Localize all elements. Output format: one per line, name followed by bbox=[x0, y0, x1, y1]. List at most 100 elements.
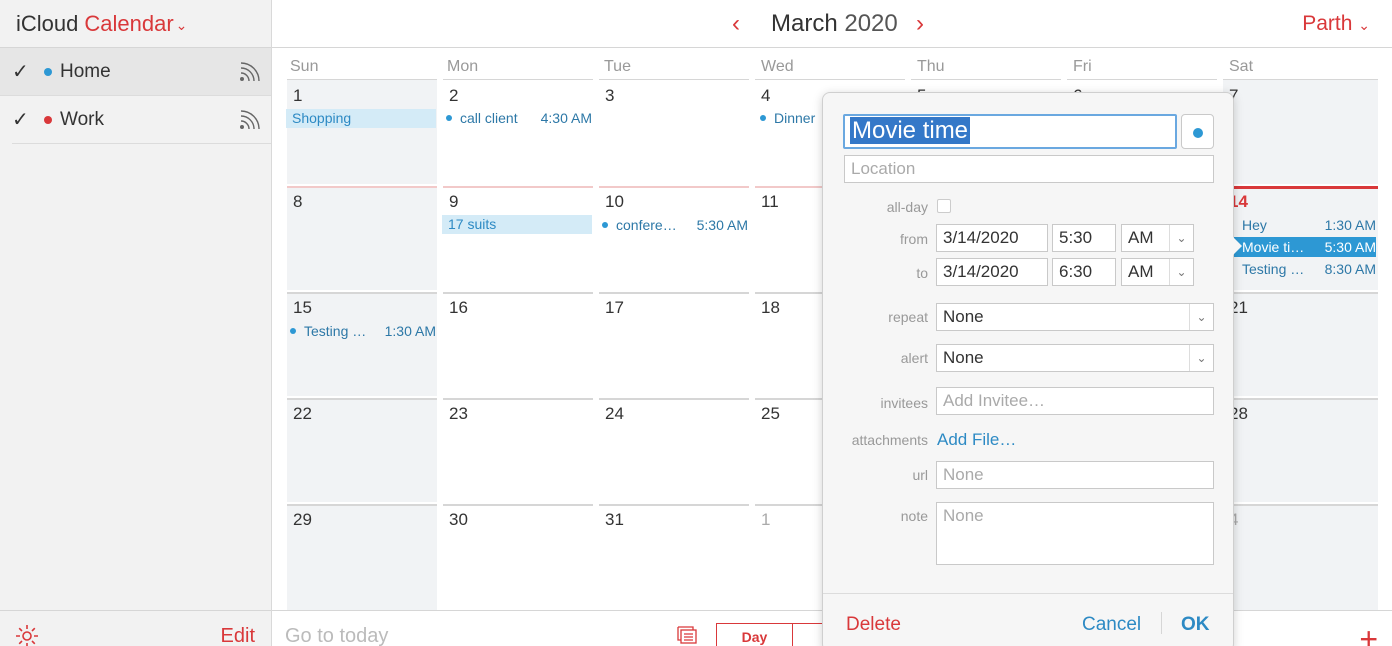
url-input[interactable]: None bbox=[936, 461, 1214, 489]
check-icon[interactable]: ✓ bbox=[12, 59, 44, 84]
day-cell[interactable]: 2 bbox=[443, 80, 593, 184]
delete-button[interactable]: Delete bbox=[846, 614, 901, 636]
repeat-select[interactable]: None ⌄ bbox=[936, 303, 1214, 331]
chevron-right-icon[interactable]: › bbox=[916, 10, 924, 38]
divider bbox=[443, 292, 593, 294]
sidebar-footer: Edit bbox=[0, 610, 271, 646]
popover-pointer bbox=[1232, 236, 1242, 256]
add-event-button[interactable]: + bbox=[1359, 621, 1378, 646]
event-item[interactable]: confere… 5:30 AM bbox=[600, 215, 748, 235]
to-date-input[interactable]: 3/14/2020 bbox=[936, 258, 1048, 286]
day-cell[interactable]: 4 bbox=[1223, 504, 1378, 610]
event-dot-icon bbox=[760, 115, 766, 121]
edit-button[interactable]: Edit bbox=[221, 625, 255, 646]
event-item[interactable]: Dinner bbox=[758, 108, 822, 128]
day-cell[interactable]: 10 bbox=[599, 186, 749, 290]
day-cell[interactable]: 24 bbox=[599, 398, 749, 502]
invitee-input[interactable]: Add Invitee… bbox=[936, 387, 1214, 415]
shared-broadcast-icon[interactable] bbox=[239, 108, 263, 135]
day-cell[interactable]: 30 bbox=[443, 504, 593, 610]
from-ampm-select[interactable]: AM ⌄ bbox=[1121, 224, 1194, 252]
note-textarea[interactable]: None bbox=[936, 502, 1214, 565]
day-cell[interactable]: 31 bbox=[599, 504, 749, 610]
event-title: Testing … bbox=[1242, 261, 1305, 277]
divider bbox=[1223, 398, 1378, 400]
app-name: Calendar bbox=[84, 10, 174, 36]
day-cell[interactable]: 7 bbox=[1223, 80, 1378, 184]
day-cell[interactable]: 9 bbox=[443, 186, 593, 290]
check-icon[interactable]: ✓ bbox=[12, 107, 44, 132]
day-number: 18 bbox=[761, 298, 780, 317]
event-editor-popover: Movie time Location all-day from 3/14/20… bbox=[822, 92, 1234, 646]
all-day-event[interactable]: 17 suits bbox=[442, 215, 592, 234]
divider bbox=[287, 504, 437, 506]
all-day-label: all-day bbox=[886, 199, 928, 215]
user-name: Parth bbox=[1302, 12, 1353, 35]
from-date-input[interactable]: 3/14/2020 bbox=[936, 224, 1048, 252]
event-dot-icon bbox=[290, 328, 296, 334]
user-menu[interactable]: Parth ⌄ bbox=[1302, 12, 1370, 36]
divider bbox=[443, 504, 593, 506]
divider bbox=[1223, 504, 1378, 506]
day-number: 1 bbox=[761, 510, 771, 529]
month-nav-bar: ‹ March 2020 › Parth ⌄ bbox=[272, 0, 1392, 48]
event-title: confere… bbox=[616, 217, 677, 233]
chevron-left-icon[interactable]: ‹ bbox=[732, 10, 740, 38]
app-switcher[interactable]: iCloud Calendar ⌄ bbox=[0, 0, 271, 48]
gear-icon[interactable] bbox=[14, 623, 40, 646]
day-cell[interactable]: 21 bbox=[1223, 292, 1378, 396]
to-time-input[interactable]: 6:30 bbox=[1052, 258, 1116, 286]
day-cell[interactable]: 17 bbox=[599, 292, 749, 396]
weekday-label: Fri bbox=[1073, 58, 1092, 75]
event-time: 8:30 AM bbox=[1324, 261, 1376, 277]
event-item[interactable]: Testing … 8:30 AM bbox=[1226, 259, 1376, 279]
calendar-item-work[interactable]: ✓ Work bbox=[12, 96, 271, 144]
all-day-checkbox[interactable] bbox=[937, 199, 951, 213]
day-cell[interactable]: 1 bbox=[287, 80, 437, 184]
repeat-value: None bbox=[943, 307, 984, 326]
ok-button[interactable]: OK bbox=[1181, 614, 1210, 636]
sidebar: iCloud Calendar ⌄ ✓ Home ✓ Work Edit bbox=[0, 0, 272, 646]
event-title-input[interactable]: Movie time bbox=[843, 114, 1177, 149]
calendar-item-home[interactable]: ✓ Home bbox=[0, 48, 271, 96]
popover-actions: Delete Cancel OK bbox=[823, 593, 1233, 646]
location-input[interactable]: Location bbox=[844, 155, 1214, 183]
event-item[interactable]: call client 4:30 AM bbox=[444, 108, 592, 128]
color-dot-icon bbox=[44, 67, 52, 76]
divider bbox=[443, 186, 593, 188]
divider bbox=[599, 504, 749, 506]
day-cell[interactable]: 3 bbox=[599, 80, 749, 184]
to-ampm-select[interactable]: AM ⌄ bbox=[1121, 258, 1194, 286]
day-cell[interactable]: 22 bbox=[287, 398, 437, 502]
go-to-today-button[interactable]: Go to today bbox=[285, 625, 388, 646]
day-cell[interactable]: 23 bbox=[443, 398, 593, 502]
divider bbox=[599, 292, 749, 294]
view-day-button[interactable]: Day bbox=[717, 624, 793, 646]
calendar-color-button[interactable] bbox=[1181, 114, 1214, 149]
day-number: 2 bbox=[449, 86, 459, 105]
event-item[interactable]: Testing … 1:30 AM bbox=[288, 321, 436, 341]
day-number: 31 bbox=[605, 510, 624, 529]
calendar-list-icon[interactable] bbox=[676, 625, 698, 646]
day-cell[interactable]: 8 bbox=[287, 186, 437, 290]
day-cell[interactable]: 16 bbox=[443, 292, 593, 396]
day-cell[interactable]: 28 bbox=[1223, 398, 1378, 502]
event-item-selected[interactable]: Movie ti… 5:30 AM bbox=[1226, 237, 1376, 257]
alert-value: None bbox=[943, 348, 984, 367]
from-time-input[interactable]: 5:30 bbox=[1052, 224, 1116, 252]
shared-broadcast-icon[interactable] bbox=[239, 60, 263, 87]
cancel-button[interactable]: Cancel bbox=[1082, 614, 1141, 636]
all-day-event[interactable]: Shopping bbox=[286, 109, 436, 128]
day-cell[interactable]: 15 bbox=[287, 292, 437, 396]
day-number: 25 bbox=[761, 404, 780, 423]
day-cell[interactable]: 29 bbox=[287, 504, 437, 610]
event-title: call client bbox=[460, 110, 518, 126]
day-number: 9 bbox=[449, 192, 459, 211]
weekday-label: Sun bbox=[290, 58, 319, 75]
alert-select[interactable]: None ⌄ bbox=[936, 344, 1214, 372]
day-number: 24 bbox=[605, 404, 624, 423]
month-title: March 2020 bbox=[771, 10, 898, 38]
event-item[interactable]: Hey 1:30 AM bbox=[1226, 215, 1376, 235]
event-time: 5:30 AM bbox=[696, 217, 748, 233]
add-file-link[interactable]: Add File… bbox=[937, 430, 1016, 450]
